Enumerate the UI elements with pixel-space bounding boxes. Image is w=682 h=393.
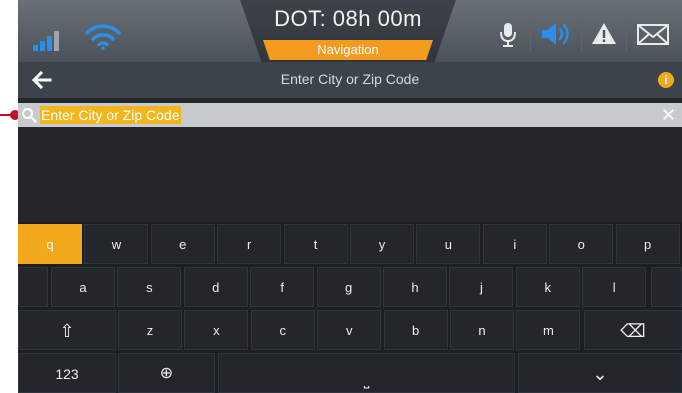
key-x[interactable]: x <box>184 310 249 350</box>
clear-search-button[interactable]: ✕ <box>661 104 676 126</box>
warning-icon[interactable] <box>590 20 618 48</box>
speaker-icon[interactable] <box>540 20 574 48</box>
status-divider <box>626 16 627 52</box>
key-f[interactable]: f <box>250 267 315 307</box>
key-b[interactable]: b <box>383 310 448 350</box>
key-r[interactable]: r <box>217 224 282 264</box>
numbers-key[interactable]: 123 <box>18 353 116 393</box>
results-area <box>18 127 682 222</box>
signal-icon <box>33 31 59 51</box>
onscreen-keyboard: qwertyuiop asdfghjkl zxcvbnm ⇧ ⌫ 123 ⊕ ⎵… <box>18 222 682 393</box>
key-u[interactable]: u <box>416 224 481 264</box>
key-w[interactable]: w <box>84 224 149 264</box>
key-m[interactable]: m <box>516 310 581 350</box>
key-v[interactable]: v <box>317 310 382 350</box>
key-spacer <box>18 267 48 307</box>
search-input[interactable]: Enter City or Zip Code ✕ <box>18 103 682 127</box>
search-input-value[interactable]: Enter City or Zip Code <box>40 106 181 124</box>
key-n[interactable]: n <box>450 310 514 350</box>
microphone-icon[interactable] <box>498 20 518 48</box>
title-bar: Enter City or Zip Code i <box>18 62 682 98</box>
key-e[interactable]: e <box>150 224 215 264</box>
device-screen: DOT: 08h 00m Navigation Enter City or Zi… <box>18 0 682 393</box>
key-t[interactable]: t <box>283 224 348 264</box>
key-y[interactable]: y <box>350 224 414 264</box>
status-divider <box>530 16 531 52</box>
search-icon <box>22 108 37 123</box>
status-bar: DOT: 08h 00m Navigation <box>18 0 682 62</box>
key-o[interactable]: o <box>549 224 614 264</box>
key-p[interactable]: p <box>615 224 680 264</box>
globe-key[interactable]: ⊕ <box>118 353 215 393</box>
info-icon[interactable]: i <box>658 72 674 88</box>
hide-keyboard-key[interactable]: ⌄ <box>518 353 682 393</box>
key-spacer <box>651 267 682 307</box>
mode-badge[interactable]: Navigation <box>263 40 433 60</box>
status-divider <box>581 16 582 52</box>
key-z[interactable]: z <box>118 310 182 350</box>
mail-icon[interactable] <box>636 20 670 48</box>
dot-clock: DOT: 08h 00m <box>274 6 422 31</box>
shift-key[interactable]: ⇧ <box>18 310 116 350</box>
key-d[interactable]: d <box>183 267 248 307</box>
key-g[interactable]: g <box>316 267 381 307</box>
page-title: Enter City or Zip Code <box>280 71 420 87</box>
key-j[interactable]: j <box>449 267 514 307</box>
key-s[interactable]: s <box>117 267 182 307</box>
key-a[interactable]: a <box>51 267 115 307</box>
key-k[interactable]: k <box>515 267 580 307</box>
wifi-icon <box>85 24 121 50</box>
key-h[interactable]: h <box>383 267 447 307</box>
key-l[interactable]: l <box>582 267 647 307</box>
backspace-key[interactable]: ⌫ <box>584 310 682 350</box>
space-key[interactable]: ⎵ <box>218 353 515 393</box>
key-i[interactable]: i <box>482 224 547 264</box>
key-q[interactable]: q <box>18 224 82 264</box>
key-c[interactable]: c <box>250 310 315 350</box>
